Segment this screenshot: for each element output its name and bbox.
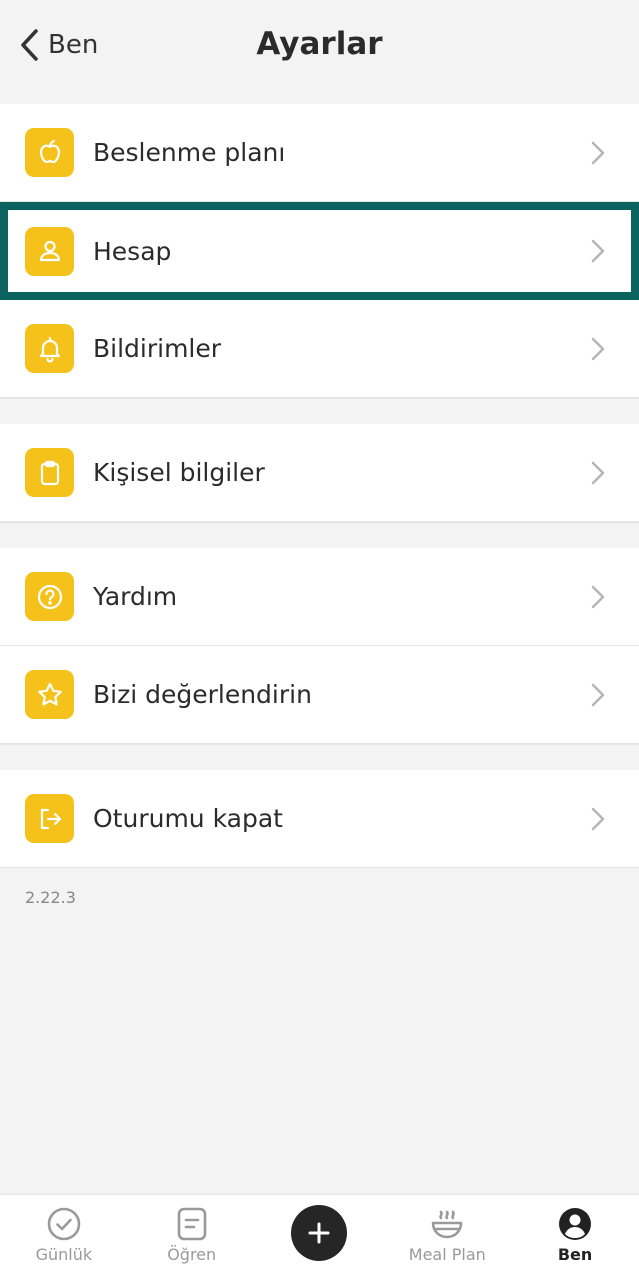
bowl-icon <box>431 1210 463 1239</box>
settings-item-account[interactable]: Hesap <box>0 202 639 300</box>
settings-item-nutrition-plan[interactable]: Beslenme planı <box>0 104 639 202</box>
group-separator <box>0 522 639 548</box>
settings-item-personal-info[interactable]: Kişisel bilgiler <box>0 424 639 522</box>
settings-group-session: Oturumu kapat <box>0 770 639 868</box>
add-button[interactable] <box>291 1205 348 1261</box>
clipboard-icon <box>25 448 74 497</box>
apple-icon <box>25 128 74 177</box>
tab-meal-plan[interactable]: Meal Plan <box>383 1195 511 1280</box>
navigation-header: Ben Ayarlar <box>0 0 639 104</box>
settings-group-support: Yardım Bizi değerlendirin <box>0 548 639 744</box>
chevron-right-icon <box>591 141 605 164</box>
chevron-right-icon <box>591 239 605 263</box>
tab-me[interactable]: Ben <box>511 1195 639 1280</box>
settings-group-main: Beslenme planı Hesap Bildirimler <box>0 104 639 398</box>
tab-label: Meal Plan <box>408 1245 486 1264</box>
app-version: 2.22.3 <box>25 888 76 907</box>
bottom-tab-bar: Günlük Öğren Meal Plan Ben <box>0 1194 639 1280</box>
profile-icon <box>559 1208 592 1240</box>
settings-group-personal: Kişisel bilgiler <box>0 424 639 522</box>
page-title: Ayarlar <box>256 26 383 62</box>
tab-diary[interactable]: Günlük <box>0 1195 128 1280</box>
settings-item-label: Bizi değerlendirin <box>93 680 312 709</box>
settings-item-label: Yardım <box>93 582 178 611</box>
group-separator <box>0 398 639 424</box>
question-icon <box>25 572 74 621</box>
chevron-right-icon <box>591 683 605 706</box>
settings-item-label: Bildirimler <box>93 334 222 363</box>
settings-item-help[interactable]: Yardım <box>0 548 639 646</box>
chevron-right-icon <box>591 807 605 830</box>
settings-item-label: Oturumu kapat <box>93 804 283 833</box>
chevron-right-icon <box>591 461 605 484</box>
star-icon <box>25 670 74 719</box>
check-circle-icon <box>47 1207 81 1241</box>
notebook-icon <box>177 1207 206 1241</box>
settings-item-notifications[interactable]: Bildirimler <box>0 300 639 398</box>
settings-item-rate-us[interactable]: Bizi değerlendirin <box>0 646 639 744</box>
tab-label: Günlük <box>35 1245 93 1264</box>
tab-learn[interactable]: Öğren <box>128 1195 256 1280</box>
group-separator <box>0 744 639 770</box>
tab-label: Ben <box>557 1245 593 1264</box>
plus-icon <box>308 1222 330 1244</box>
settings-item-label: Hesap <box>93 236 172 266</box>
chevron-right-icon <box>591 585 605 608</box>
logout-icon <box>25 794 74 843</box>
chevron-right-icon <box>591 337 605 360</box>
bell-icon <box>25 324 74 373</box>
settings-item-logout[interactable]: Oturumu kapat <box>0 770 639 868</box>
user-icon <box>25 226 74 276</box>
tab-label: Öğren <box>167 1245 217 1264</box>
settings-item-label: Beslenme planı <box>93 138 286 167</box>
tab-add[interactable] <box>256 1195 384 1280</box>
settings-item-label: Kişisel bilgiler <box>93 458 265 487</box>
